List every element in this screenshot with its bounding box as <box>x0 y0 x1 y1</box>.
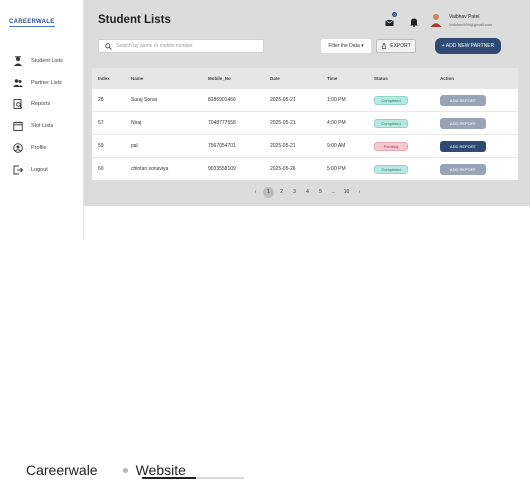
pagination-page[interactable]: 2 <box>276 187 287 198</box>
tab-careerwale[interactable]: Careerwale <box>26 462 98 478</box>
pagination: ‹ 1 2 3 4 5 ... 10 › <box>250 186 367 198</box>
calendar-icon <box>12 121 23 132</box>
student-table: Index Name Mobile_No Date Time Status Ac… <box>92 68 518 180</box>
cell-time: 1:00 PM <box>327 97 346 103</box>
sidebar-item-label: Profile <box>31 145 47 151</box>
sidebar-item-reports[interactable]: Reports <box>12 97 50 111</box>
cell-name: Niraj <box>131 120 142 126</box>
sidebar-item-student-lists[interactable]: Student Lists <box>12 54 63 68</box>
pagination-ellipsis: ... <box>331 189 336 195</box>
notification-mail-icon[interactable]: 0 <box>385 12 397 26</box>
cell-index: 59 <box>98 143 104 149</box>
add-report-button[interactable]: ADD REPORT <box>440 140 486 152</box>
pagination-page[interactable]: 1 <box>263 186 274 198</box>
pagination-page[interactable]: 4 <box>302 187 313 198</box>
cell-time: 5:00 PM <box>327 166 346 172</box>
add-report-button[interactable]: ADD REPORT <box>440 94 486 106</box>
logout-icon <box>12 165 23 176</box>
cell-time: 4:00 PM <box>327 120 346 126</box>
column-header-status: Status <box>374 75 388 81</box>
bell-icon[interactable] <box>409 14 419 27</box>
export-icon <box>381 43 390 49</box>
notification-count-badge: 0 <box>392 12 397 17</box>
table-row: 28 Suraj Sonar 8286901466 2025-05-21 1:0… <box>92 88 518 111</box>
logo: CAREERWALE <box>9 19 55 27</box>
cell-mobile: 9033558109 <box>208 166 236 172</box>
status-badge: Completed <box>374 164 408 174</box>
export-button[interactable]: EXPORT <box>376 39 416 53</box>
add-report-button[interactable]: ADD REPORT <box>440 117 486 129</box>
filter-dropdown[interactable]: Filter the Data ▾ <box>321 39 371 53</box>
pagination-prev[interactable]: ‹ <box>250 187 261 198</box>
profile-icon <box>12 143 23 154</box>
pagination-page[interactable]: 10 <box>341 187 352 198</box>
pagination-next[interactable]: › <box>354 187 365 198</box>
table-header: Index Name Mobile_No Date Time Status Ac… <box>92 68 518 88</box>
table-row: 57 Niraj 7048777558 2025-05-21 4:00 PM C… <box>92 111 518 134</box>
status-badge: Pending <box>374 141 408 151</box>
export-label: EXPORT <box>390 43 411 49</box>
cell-date: 2025-05-21 <box>270 97 296 103</box>
cell-index: 28 <box>98 97 104 103</box>
column-header-name: Name <box>131 75 144 81</box>
cell-time: 9:00 AM <box>327 143 346 149</box>
reports-icon <box>12 99 23 110</box>
cell-name: chintan sonaviya <box>131 166 169 172</box>
search-input[interactable] <box>116 43 256 49</box>
add-new-partner-button[interactable]: + ADD NEW PARTNER <box>435 38 501 54</box>
sidebar-item-label: Reports <box>31 101 51 107</box>
app-window: CAREERWALE Student Lists Partner Lists R… <box>0 0 532 240</box>
page-title: Student Lists <box>98 14 171 26</box>
user-email: Vaibhav999@gmail.com <box>449 22 493 27</box>
search-icon <box>105 42 112 50</box>
sidebar-item-logout[interactable]: Logout <box>12 163 48 177</box>
pagination-page[interactable]: 3 <box>289 187 300 198</box>
sidebar-item-label: Slot Lists <box>31 123 54 129</box>
column-header-index: Index <box>98 75 110 81</box>
status-badge: Completed <box>374 118 408 128</box>
cell-name: pal <box>131 143 138 149</box>
cell-date: 2025-05-21 <box>270 143 296 149</box>
student-icon <box>12 56 23 67</box>
sidebar-item-profile[interactable]: Profile <box>12 141 47 155</box>
add-report-button[interactable]: ADD REPORT <box>440 163 486 175</box>
avatar[interactable] <box>430 13 442 27</box>
cell-mobile: 7567054701 <box>208 143 236 149</box>
partner-icon <box>12 78 23 89</box>
sidebar-item-slot-lists[interactable]: Slot Lists <box>12 119 53 133</box>
sidebar-item-partner-lists[interactable]: Partner Lists <box>12 76 62 90</box>
cell-mobile: 7048777558 <box>208 120 236 126</box>
table-row: 60 chintan sonaviya 9033558109 2025-05-2… <box>92 157 518 180</box>
cell-date: 2025-05-26 <box>270 166 296 172</box>
pagination-page[interactable]: 5 <box>315 187 326 198</box>
sidebar: CAREERWALE Student Lists Partner Lists R… <box>0 0 84 240</box>
search-box <box>98 39 264 53</box>
cell-index: 60 <box>98 166 104 172</box>
user-name: Vaibhav Patel <box>449 14 480 20</box>
cell-date: 2025-05-21 <box>270 120 296 126</box>
status-badge: Completed <box>374 95 408 105</box>
column-header-date: Date <box>270 75 280 81</box>
tab-separator-dot <box>122 467 128 473</box>
sidebar-item-label: Partner Lists <box>31 80 62 86</box>
tab-underline-indicator <box>142 477 196 479</box>
main-content: Student Lists 0 Vaibhav Patel Vaibhav999… <box>84 0 530 206</box>
column-header-time: Time <box>327 75 338 81</box>
sidebar-item-label: Logout <box>31 167 48 173</box>
cell-name: Suraj Sonar <box>131 97 158 103</box>
sidebar-item-label: Student Lists <box>31 58 63 64</box>
cell-index: 57 <box>98 120 104 126</box>
cell-mobile: 8286901466 <box>208 97 236 103</box>
tab-website[interactable]: Website <box>136 462 186 478</box>
column-header-mobile: Mobile_No <box>208 75 231 81</box>
column-header-action: Action <box>440 75 454 81</box>
table-row: 59 pal 7567054701 2025-05-21 9:00 AM Pen… <box>92 134 518 157</box>
